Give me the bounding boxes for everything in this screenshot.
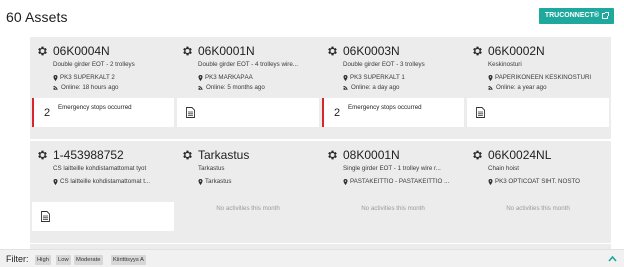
signal-icon	[343, 85, 349, 91]
location-pin-icon	[198, 74, 203, 81]
asset-title[interactable]: 1-453988752	[53, 148, 124, 162]
asset-location-text: Tarkastus	[205, 178, 232, 185]
asset-location: CS laitteille kohdistamattomat t...	[53, 178, 175, 185]
asset-card[interactable]: 06K0002N Keskinosturi PAPERIKONEEN KESKINO…	[465, 37, 611, 139]
truconnect-button[interactable]: TRUCONNECT®	[538, 8, 614, 24]
asset-location: PK3 OPTICOAT SIHT. NOSTO	[488, 178, 610, 185]
asset-location: PK3 SUPERKALT 1	[343, 74, 465, 81]
asset-location: PK3 MÄRKÄPÄÄ	[198, 74, 320, 81]
filter-bar: Filter: High Low Moderate Kiirittisyys A	[0, 249, 624, 267]
asset-location: PAPERIKONEEN KESKINOSTURI	[488, 74, 610, 81]
asset-location-text: CS laitteille kohdistamattomat t...	[60, 178, 151, 185]
alert-count: 2	[334, 107, 341, 119]
location-pin-icon	[343, 74, 348, 81]
asset-online-status: Online: 5 months ago	[198, 84, 265, 91]
asset-online-text: Online: 18 hours ago	[61, 84, 119, 91]
gear-icon	[36, 45, 48, 57]
gear-icon	[181, 149, 193, 161]
asset-card[interactable]: 06K0001N Double girder EOT - 4 trolleys w…	[175, 37, 321, 139]
location-pin-icon	[343, 178, 348, 185]
no-activity-text: No activities this month	[216, 205, 280, 212]
asset-description: Tarkastus	[198, 165, 225, 172]
filter-chip-low[interactable]: Low	[56, 255, 71, 265]
asset-location-text: PAPERIKONEEN KESKINOSTURI	[495, 74, 592, 81]
activity-alert[interactable]: 2 Emergency stops occurred	[32, 98, 174, 127]
asset-location-text: PK3 OPTICOAT SIHT. NOSTO	[495, 178, 580, 185]
asset-description: Double girder EOT - 4 trolleys wire...	[198, 61, 298, 68]
activity-document[interactable]	[467, 98, 609, 127]
asset-grid: 06K0004N Double girder EOT - 2 trolleys PK…	[0, 34, 624, 250]
document-icon	[41, 211, 50, 222]
asset-description: Chain hoist	[488, 165, 519, 172]
asset-location: Tarkastus	[198, 178, 320, 185]
asset-card[interactable]: 06K0004N Double girder EOT - 2 trolleys PK…	[30, 37, 176, 139]
external-link-icon	[602, 12, 609, 19]
asset-description: Double girder EOT - 3 trolleys	[343, 61, 425, 68]
asset-title[interactable]: Tarkastus	[198, 148, 249, 162]
asset-online-text: Online: 5 months ago	[206, 84, 265, 91]
asset-location: PK3 SUPERKALT 2	[53, 74, 175, 81]
no-activity-text: No activities this month	[361, 205, 425, 212]
activity-alert[interactable]: 2 Emergency stops occurred	[322, 98, 464, 127]
page-title: 60 Assets	[6, 9, 68, 25]
asset-card[interactable]: 08K0001N Single girder EOT - 1 trolley wi…	[320, 141, 466, 243]
signal-icon	[198, 85, 204, 91]
asset-online-status: Online: a year ago	[488, 84, 547, 91]
asset-card[interactable]: 06K0024NL Chain hoist PK3 OPTICOAT SIHT. N…	[465, 141, 611, 243]
asset-online-text: Online: a year ago	[496, 84, 547, 91]
asset-location-text: PK3 SUPERKALT 1	[350, 74, 405, 81]
filter-chip-kiirittisyys-a[interactable]: Kiirittisyys A	[111, 255, 146, 265]
asset-title[interactable]: 06K0001N	[198, 44, 255, 58]
gear-icon	[471, 45, 483, 57]
activity-document[interactable]	[177, 98, 319, 127]
asset-card[interactable]: Tarkastus Tarkastus Tarkastus No activities…	[175, 141, 321, 243]
filter-chip-moderate[interactable]: Moderate	[74, 255, 103, 265]
asset-description: Keskinosturi	[488, 61, 522, 68]
alert-text: Emergency stops occurred	[348, 104, 422, 111]
document-icon	[476, 107, 485, 118]
asset-title[interactable]: 06K0024NL	[488, 148, 551, 162]
asset-location-text: PK3 SUPERKALT 2	[60, 74, 115, 81]
asset-location-text: PASTAKEITTIO - PASTAKEITTIO ...	[350, 178, 450, 185]
asset-title[interactable]: 08K0001N	[343, 148, 400, 162]
asset-location-text: PK3 MÄRKÄPÄÄ	[205, 74, 253, 81]
no-activity-text: No activities this month	[506, 205, 570, 212]
signal-icon	[53, 85, 59, 91]
asset-description: Single girder EOT - 1 trolley wire r...	[343, 165, 441, 172]
gear-icon	[36, 149, 48, 161]
location-pin-icon	[53, 178, 58, 185]
location-pin-icon	[198, 178, 203, 185]
asset-description: Double girder EOT - 2 trolleys	[53, 61, 135, 68]
filter-chip-high[interactable]: High	[35, 255, 51, 265]
gear-icon	[471, 149, 483, 161]
gear-icon	[326, 149, 338, 161]
truconnect-button-label: TRUCONNECT®	[544, 12, 599, 19]
signal-icon	[488, 85, 494, 91]
asset-description: CS laitteille kohdistamattomat tyot	[53, 165, 147, 172]
asset-title[interactable]: 06K0004N	[53, 44, 110, 58]
asset-card[interactable]: 06K0003N Double girder EOT - 3 trolleys PK…	[320, 37, 466, 139]
gear-icon	[326, 45, 338, 57]
asset-online-status: Online: 18 hours ago	[53, 84, 118, 91]
alert-text: Emergency stops occurred	[58, 104, 132, 111]
location-pin-icon	[488, 178, 493, 185]
filter-label: Filter:	[6, 254, 29, 264]
asset-title[interactable]: 06K0002N	[488, 44, 545, 58]
alert-count: 2	[44, 107, 51, 119]
asset-title[interactable]: 06K0003N	[343, 44, 400, 58]
asset-location: PASTAKEITTIO - PASTAKEITTIO ...	[343, 178, 465, 185]
location-pin-icon	[488, 74, 493, 81]
asset-card[interactable]: 1-453988752 CS laitteille kohdistamattoma…	[30, 141, 176, 243]
location-pin-icon	[53, 74, 58, 81]
chevron-up-icon[interactable]	[608, 255, 617, 263]
activity-document[interactable]	[32, 202, 174, 231]
header: 60 Assets TRUCONNECT®	[0, 0, 624, 34]
asset-online-status: Online: a day ago	[343, 84, 400, 91]
asset-online-text: Online: a day ago	[351, 84, 400, 91]
document-icon	[186, 107, 195, 118]
gear-icon	[181, 45, 193, 57]
